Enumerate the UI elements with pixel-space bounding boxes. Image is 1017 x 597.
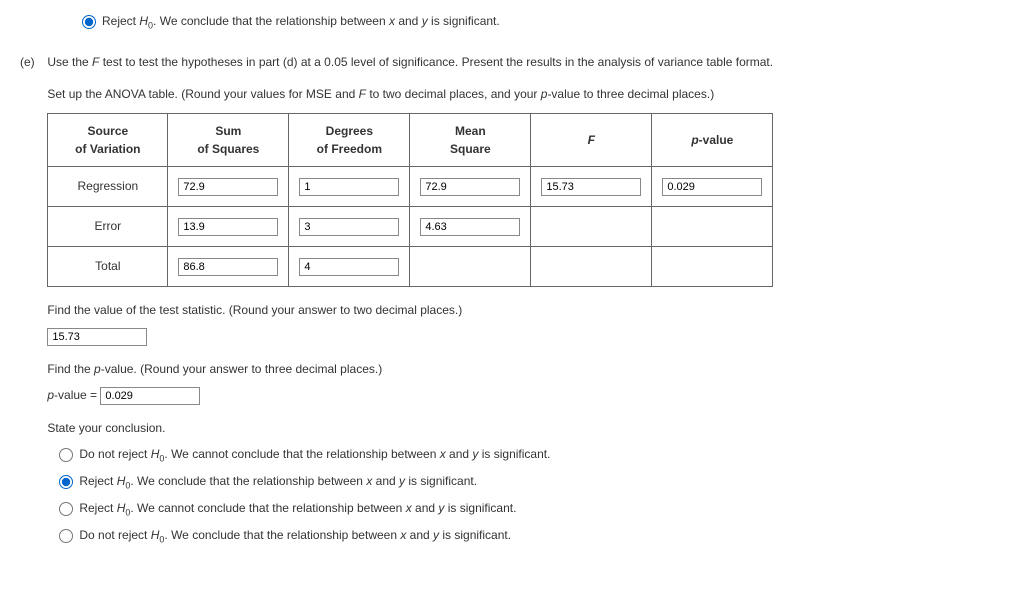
input-total-ss[interactable] [178,258,278,276]
radio-conclusion-4[interactable] [59,529,73,543]
pvalue-prompt: Find the p-value. (Round your answer to … [47,360,994,378]
test-stat-prompt: Find the value of the test statistic. (R… [47,301,994,319]
radio-conclusion-2[interactable] [59,475,73,489]
cell-total-label: Total [48,246,168,286]
part-e-line1: Use the F test to test the hypotheses in… [47,53,994,71]
input-total-df[interactable] [299,258,399,276]
radio-conclusion-3-label: Reject H0. We cannot conclude that the r… [79,499,516,520]
radio-top-label: Reject H0. We conclude that the relation… [102,12,500,33]
th-degrees: Degreesof Freedom [289,113,410,166]
row-total: Total [48,246,773,286]
anova-table: Sourceof Variation Sumof Squares Degrees… [47,113,773,287]
row-regression: Regression [48,166,773,206]
input-error-df[interactable] [299,218,399,236]
radio-top-reject[interactable] [82,15,96,29]
th-f: F [531,113,652,166]
radio-conclusion-1[interactable] [59,448,73,462]
input-error-ss[interactable] [178,218,278,236]
radio-conclusion-2-label: Reject H0. We conclude that the relation… [79,472,477,493]
input-error-ms[interactable] [420,218,520,236]
radio-conclusion-3[interactable] [59,502,73,516]
input-regression-f[interactable] [541,178,641,196]
input-regression-df[interactable] [299,178,399,196]
part-e-line2: Set up the ANOVA table. (Round your valu… [47,85,994,103]
pvalue-row: p-value = [47,386,994,405]
radio-conclusion-1-label: Do not reject H0. We cannot conclude tha… [79,445,550,466]
row-error: Error [48,206,773,246]
part-e-label: (e) [20,53,44,71]
input-regression-ss[interactable] [178,178,278,196]
cell-regression-label: Regression [48,166,168,206]
th-p: p-value [652,113,773,166]
th-mean: MeanSquare [410,113,531,166]
input-regression-ms[interactable] [420,178,520,196]
input-pvalue[interactable] [100,387,200,405]
conclusion-heading: State your conclusion. [47,419,994,437]
th-sum: Sumof Squares [168,113,289,166]
input-test-statistic[interactable] [47,328,147,346]
th-source: Sourceof Variation [48,113,168,166]
radio-conclusion-4-label: Do not reject H0. We conclude that the r… [79,526,511,547]
cell-error-label: Error [48,206,168,246]
input-regression-p[interactable] [662,178,762,196]
